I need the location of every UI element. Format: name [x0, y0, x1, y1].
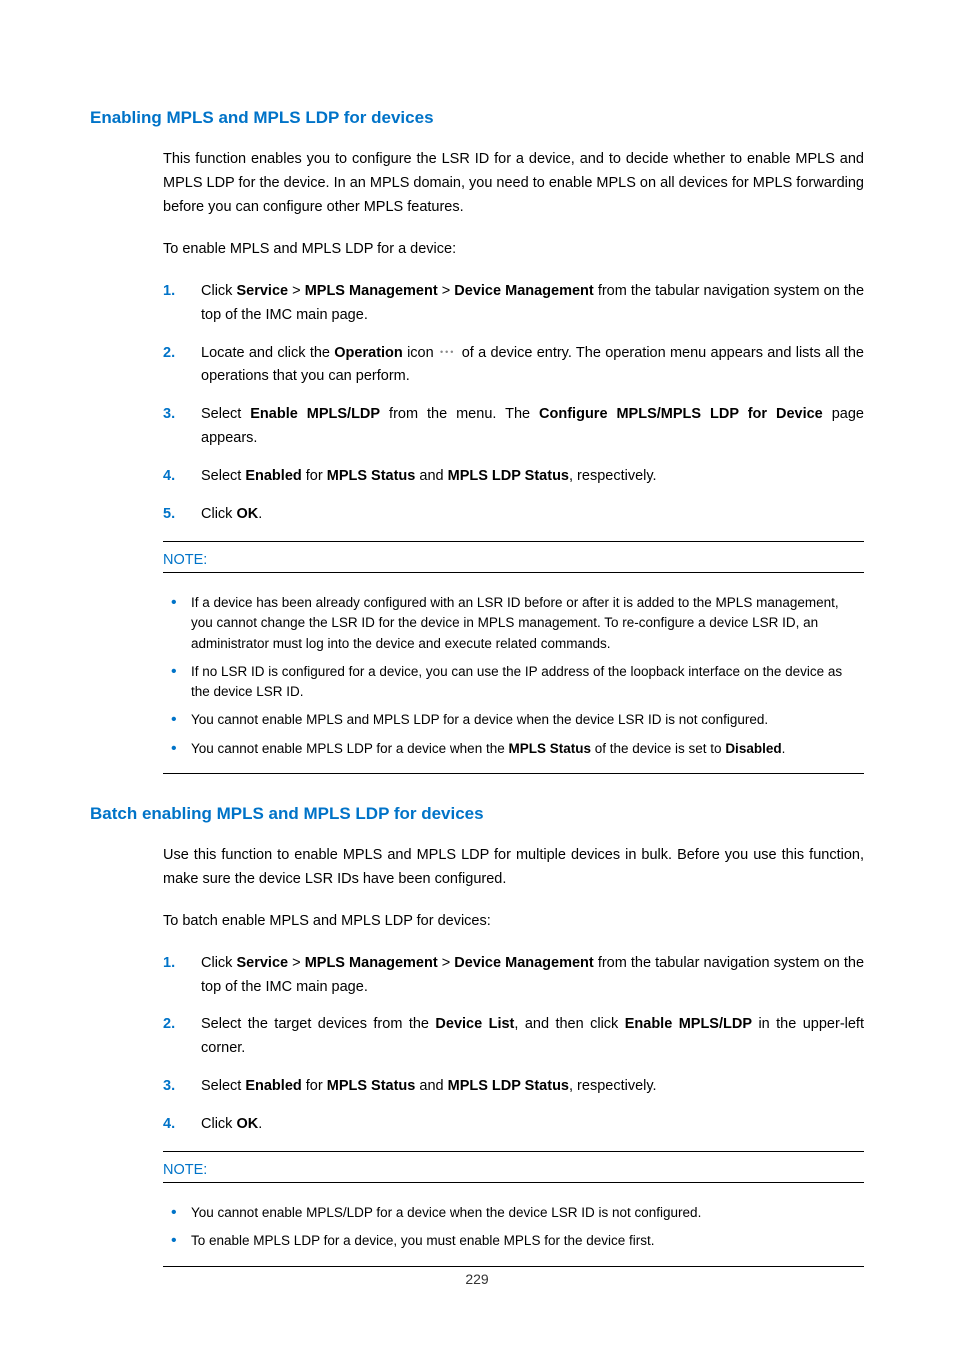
note-label: NOTE: [163, 1158, 864, 1183]
value-enabled: Enabled [245, 468, 301, 484]
step-text: for [302, 468, 327, 484]
note-text: . [782, 741, 786, 756]
button-ok-label: OK [236, 506, 258, 522]
step-number: 3. [163, 403, 175, 427]
note-item: You cannot enable MPLS/LDP for a device … [163, 1203, 864, 1223]
step-text: > [288, 283, 305, 299]
step-text: for [302, 1078, 327, 1094]
step-number: 3. [163, 1075, 175, 1099]
step-5: 5. Click OK. [163, 503, 864, 527]
step-text: and [415, 468, 447, 484]
step-number: 2. [163, 342, 175, 366]
nav-device-management: Device Management [454, 283, 593, 299]
note-label: NOTE: [163, 548, 864, 573]
note-list: You cannot enable MPLS/LDP for a device … [163, 1203, 864, 1252]
step-text: Select the target devices from the [201, 1016, 435, 1032]
step-text: Select [201, 468, 245, 484]
step-text: Click [201, 1116, 236, 1132]
note-text: You cannot enable MPLS LDP for a device … [191, 741, 508, 756]
note-list: If a device has been already configured … [163, 593, 864, 759]
nav-mpls-management: MPLS Management [305, 283, 438, 299]
step-text: Click [201, 955, 236, 971]
page-configure-mpls: Configure MPLS/MPLS LDP for Device [539, 406, 823, 422]
value-disabled: Disabled [725, 741, 781, 756]
step-2: 2. Locate and click the Operation icon •… [163, 342, 864, 390]
field-mpls-ldp-status: MPLS LDP Status [448, 1078, 569, 1094]
field-mpls-status: MPLS Status [508, 741, 591, 756]
steps-list: 1. Click Service > MPLS Management > Dev… [163, 280, 864, 527]
lead-in-paragraph: To enable MPLS and MPLS LDP for a device… [163, 238, 864, 262]
step-4: 4. Click OK. [163, 1113, 864, 1137]
step-2: 2. Select the target devices from the De… [163, 1013, 864, 1061]
step-1: 1. Click Service > MPLS Management > Dev… [163, 952, 864, 1000]
note-item: To enable MPLS LDP for a device, you mus… [163, 1231, 864, 1251]
step-number: 5. [163, 503, 175, 527]
step-text: and [415, 1078, 447, 1094]
section-heading-batch: Batch enabling MPLS and MPLS LDP for dev… [90, 804, 864, 824]
intro-paragraph: This function enables you to configure t… [163, 148, 864, 220]
step-number: 1. [163, 952, 175, 976]
step-4: 4. Select Enabled for MPLS Status and MP… [163, 465, 864, 489]
intro-paragraph: Use this function to enable MPLS and MPL… [163, 844, 864, 892]
step-3: 3. Select Enabled for MPLS Status and MP… [163, 1075, 864, 1099]
step-text: from the menu. The [380, 406, 539, 422]
step-text: . [258, 506, 262, 522]
step-text: , respectively. [569, 1078, 657, 1094]
step-text: Select [201, 406, 250, 422]
nav-mpls-management: MPLS Management [305, 955, 438, 971]
button-enable-mpls-ldp: Enable MPLS/LDP [625, 1016, 752, 1032]
document-page: Enabling MPLS and MPLS LDP for devices T… [0, 0, 954, 1347]
step-text: , respectively. [569, 468, 657, 484]
field-mpls-ldp-status: MPLS LDP Status [448, 468, 569, 484]
menu-enable-mpls-ldp: Enable MPLS/LDP [250, 406, 380, 422]
note-item: If a device has been already configured … [163, 593, 864, 654]
step-number: 4. [163, 465, 175, 489]
button-ok-label: OK [236, 1116, 258, 1132]
step-text: Click [201, 506, 236, 522]
section-heading-enabling: Enabling MPLS and MPLS LDP for devices [90, 108, 864, 128]
nav-service: Service [236, 955, 288, 971]
value-enabled: Enabled [245, 1078, 301, 1094]
note-item: You cannot enable MPLS LDP for a device … [163, 739, 864, 759]
step-text: icon [403, 345, 438, 361]
steps-list: 1. Click Service > MPLS Management > Dev… [163, 952, 864, 1138]
step-3: 3. Select Enable MPLS/LDP from the menu.… [163, 403, 864, 451]
step-text: > [438, 955, 455, 971]
step-number: 2. [163, 1013, 175, 1037]
step-text: Locate and click the [201, 345, 334, 361]
lead-in-paragraph: To batch enable MPLS and MPLS LDP for de… [163, 910, 864, 934]
field-mpls-status: MPLS Status [327, 1078, 416, 1094]
note-item: If no LSR ID is configured for a device,… [163, 662, 864, 703]
step-number: 4. [163, 1113, 175, 1137]
step-text: . [258, 1116, 262, 1132]
step-text: , and then click [514, 1016, 624, 1032]
ellipsis-icon: ••• [438, 348, 457, 357]
device-list-label: Device List [435, 1016, 514, 1032]
step-text: > [288, 955, 305, 971]
note-text: of the device is set to [591, 741, 725, 756]
step-text: Click [201, 283, 236, 299]
note-item: You cannot enable MPLS and MPLS LDP for … [163, 710, 864, 730]
note-box: NOTE: If a device has been already confi… [163, 541, 864, 774]
nav-service: Service [236, 283, 288, 299]
note-box: NOTE: You cannot enable MPLS/LDP for a d… [163, 1151, 864, 1267]
step-text: Select [201, 1078, 245, 1094]
step-text: > [438, 283, 455, 299]
step-1: 1. Click Service > MPLS Management > Dev… [163, 280, 864, 328]
field-mpls-status: MPLS Status [327, 468, 416, 484]
step-number: 1. [163, 280, 175, 304]
operation-label: Operation [334, 345, 402, 361]
page-number: 229 [0, 1271, 954, 1287]
nav-device-management: Device Management [454, 955, 593, 971]
